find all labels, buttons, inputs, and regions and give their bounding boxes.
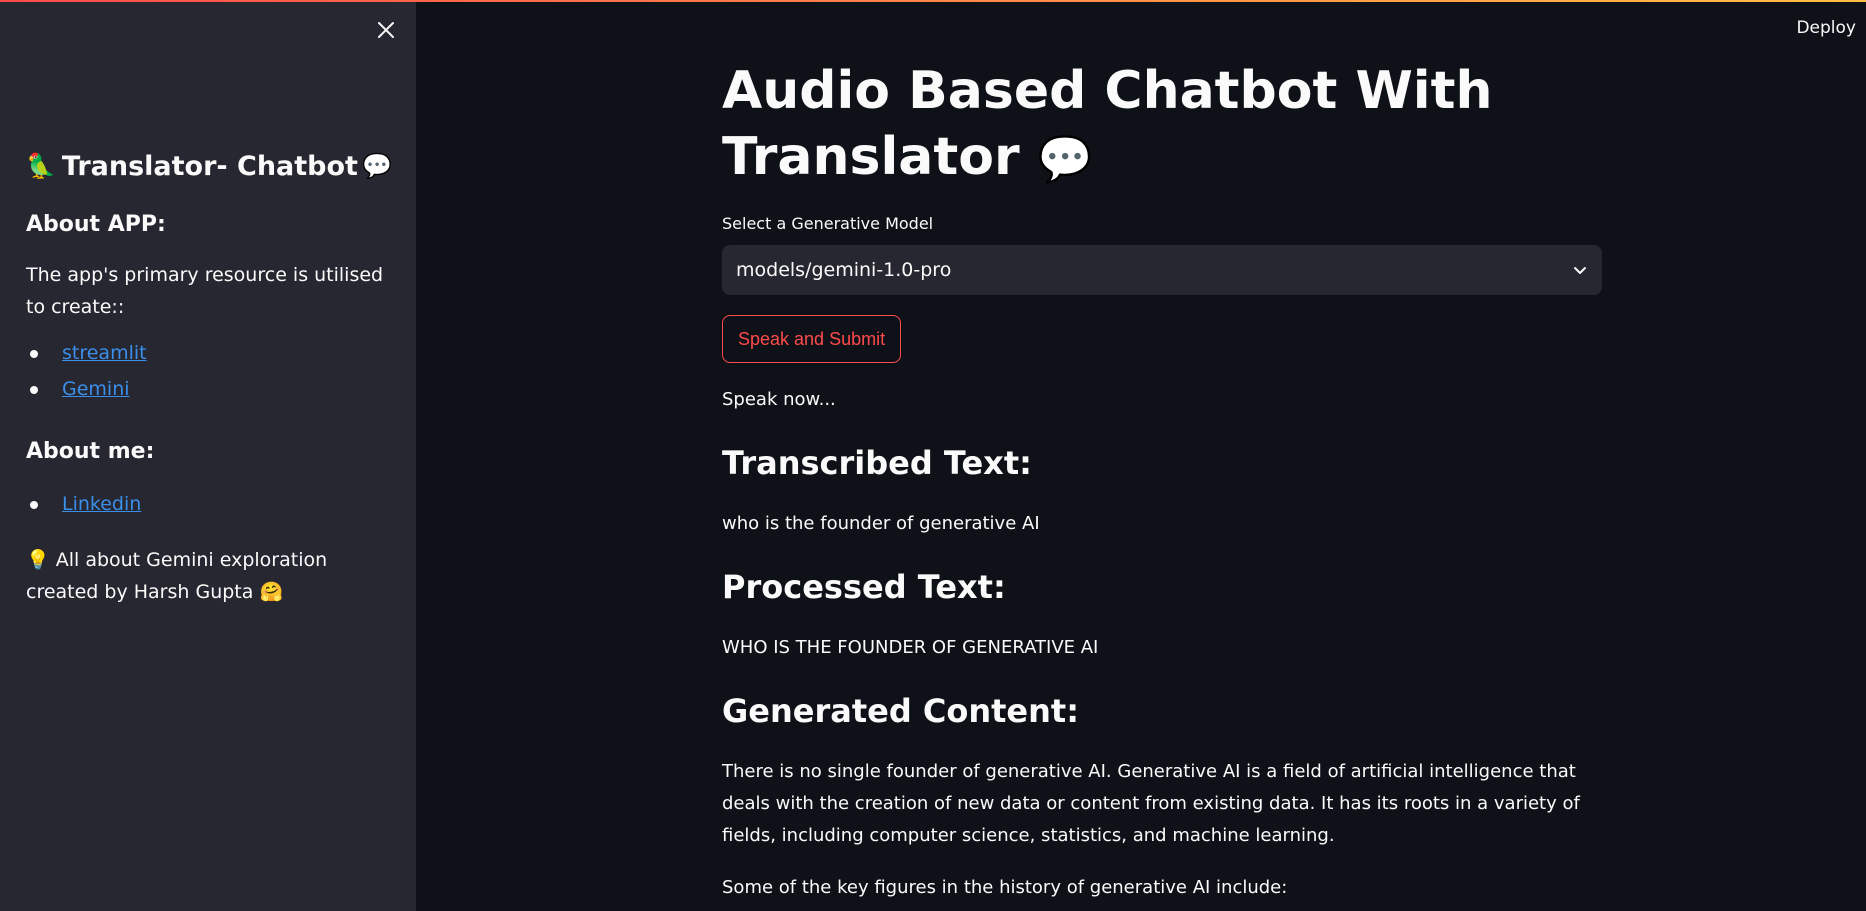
model-select-value: models/gemini-1.0-pro bbox=[736, 259, 952, 281]
streamlit-link[interactable]: streamlit bbox=[62, 342, 147, 364]
app-links-list: streamlit Gemini bbox=[26, 335, 396, 407]
close-icon bbox=[378, 22, 394, 38]
page-title-line1: Audio Based Chatbot With bbox=[722, 61, 1493, 121]
sidebar: 🦜 Translator- Chatbot 💬 About APP: The a… bbox=[0, 0, 416, 911]
processed-heading: Processed Text: bbox=[722, 568, 1006, 606]
transcribed-heading: Transcribed Text: bbox=[722, 444, 1032, 482]
page-title-line2: Translator bbox=[722, 127, 1020, 187]
sidebar-footer-text: 💡 All about Gemini exploration created b… bbox=[26, 544, 396, 608]
gemini-link[interactable]: Gemini bbox=[62, 378, 130, 400]
speak-and-submit-button[interactable]: Speak and Submit bbox=[722, 315, 902, 363]
processed-text: WHO IS THE FOUNDER OF GENERATIVE AI bbox=[722, 637, 1099, 658]
sidebar-title: 🦜 Translator- Chatbot 💬 bbox=[26, 144, 396, 188]
parrot-icon: 🦜 bbox=[26, 152, 56, 180]
speak-button-container: Speak and Submit bbox=[722, 315, 902, 363]
sidebar-content: 🦜 Translator- Chatbot 💬 About APP: The a… bbox=[26, 144, 396, 608]
top-decoration-bar bbox=[0, 0, 1866, 2]
list-item: Gemini bbox=[26, 371, 396, 407]
me-links-list: Linkedin bbox=[26, 486, 396, 522]
model-select-label: Select a Generative Model bbox=[722, 214, 934, 233]
page-title: Audio Based Chatbot With Translator 💬 bbox=[722, 58, 1602, 193]
close-sidebar-button[interactable] bbox=[374, 18, 398, 42]
hugging-face-icon: 🤗 bbox=[259, 581, 284, 603]
main-content: Deploy Audio Based Chatbot With Translat… bbox=[416, 0, 1866, 911]
about-app-text: The app's primary resource is utilised t… bbox=[26, 264, 384, 318]
list-item: Linkedin bbox=[26, 486, 396, 522]
linkedin-link[interactable]: Linkedin bbox=[62, 493, 141, 515]
generated-paragraph: Some of the key figures in the history o… bbox=[722, 877, 1288, 898]
lightbulb-icon: 💡 bbox=[26, 549, 50, 571]
status-text: Speak now... bbox=[722, 389, 836, 410]
generated-heading: Generated Content: bbox=[722, 692, 1079, 730]
list-item: streamlit bbox=[26, 335, 396, 371]
about-app-heading: About APP: bbox=[26, 212, 166, 237]
transcribed-text: who is the founder of generative AI bbox=[722, 513, 1040, 534]
model-select[interactable]: models/gemini-1.0-pro bbox=[722, 245, 1602, 295]
speech-bubble-icon: 💬 bbox=[361, 152, 392, 180]
chevron-down-icon bbox=[1574, 267, 1586, 274]
generated-paragraph: There is no single founder of generative… bbox=[722, 761, 1580, 846]
speech-bubble-icon: 💬 bbox=[1037, 134, 1093, 185]
sidebar-title-text: Translator- Chatbot bbox=[61, 150, 358, 182]
about-me-heading: About me: bbox=[26, 439, 155, 464]
deploy-button[interactable]: Deploy bbox=[1796, 18, 1856, 38]
